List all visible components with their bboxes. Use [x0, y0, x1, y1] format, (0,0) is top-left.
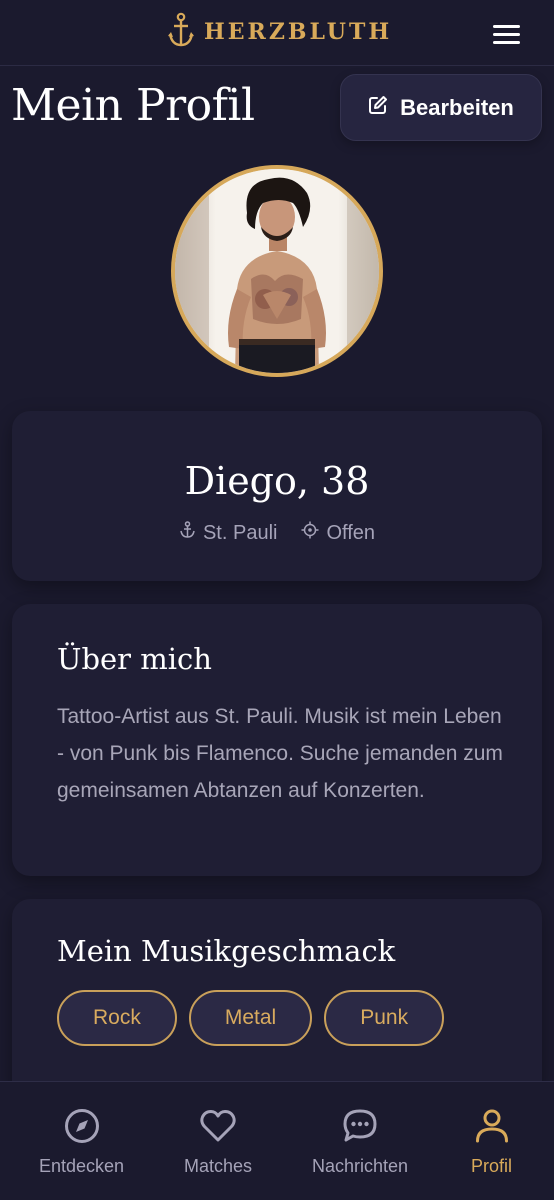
page-title: Mein Profil [11, 80, 255, 131]
chat-icon [342, 1106, 378, 1146]
nav-label: Nachrichten [312, 1156, 409, 1176]
edit-button-label: Bearbeiten [400, 94, 514, 120]
nav-item-entdecken[interactable]: Entdecken [39, 1106, 124, 1177]
status-label: Offen [326, 521, 376, 544]
music-tags: Rock Metal Punk [57, 990, 445, 1046]
edit-profile-button[interactable]: Bearbeiten [340, 74, 542, 141]
bottom-navigation: Entdecken Matches Nachrichten Profil [0, 1081, 554, 1200]
brand-logo[interactable]: HERZBLUTH [168, 12, 392, 52]
menu-line [492, 32, 520, 36]
edit-icon [368, 95, 388, 121]
music-heading: Mein Musikgeschmack [57, 934, 396, 968]
nav-item-profil[interactable]: Profil [471, 1106, 512, 1177]
compass-icon [64, 1106, 100, 1146]
music-tag[interactable]: Rock [57, 990, 177, 1046]
nav-item-matches[interactable]: Matches [184, 1106, 252, 1177]
profile-summary-card: Diego, 38 St. Pauli Offen [12, 411, 542, 581]
nav-label: Matches [184, 1156, 253, 1176]
profile-meta: St. Pauli Offen [12, 521, 542, 545]
profile-name: Diego, 38 [184, 459, 370, 503]
menu-line [492, 24, 520, 28]
target-icon [301, 521, 319, 545]
anchor-icon [168, 12, 194, 53]
brand-name: HERZBLUTH [204, 19, 393, 45]
heart-icon [200, 1106, 236, 1146]
about-text: Tattoo-Artist aus St. Pauli. Musik ist m… [57, 705, 503, 802]
location-label: St. Pauli [202, 521, 278, 544]
nav-label: Profil [471, 1156, 513, 1176]
avatar-photo [175, 169, 379, 373]
profile-avatar[interactable] [171, 165, 383, 377]
location-item: St. Pauli [179, 521, 277, 545]
nav-label: Entdecken [39, 1156, 125, 1176]
music-tag[interactable]: Punk [324, 990, 445, 1046]
nav-item-nachrichten[interactable]: Nachrichten [312, 1106, 408, 1177]
top-bar: HERZBLUTH [0, 0, 554, 66]
about-card: Über mich Tattoo-Artist aus St. Pauli. M… [12, 604, 542, 876]
user-icon [474, 1106, 510, 1146]
anchor-icon [179, 521, 196, 545]
status-item: Offen [301, 521, 375, 545]
menu-line [492, 40, 520, 44]
music-card: Mein Musikgeschmack Rock Metal Punk [12, 899, 542, 1099]
about-heading: Über mich [57, 642, 212, 676]
hamburger-menu-button[interactable] [484, 17, 528, 51]
music-tag[interactable]: Metal [188, 990, 313, 1046]
